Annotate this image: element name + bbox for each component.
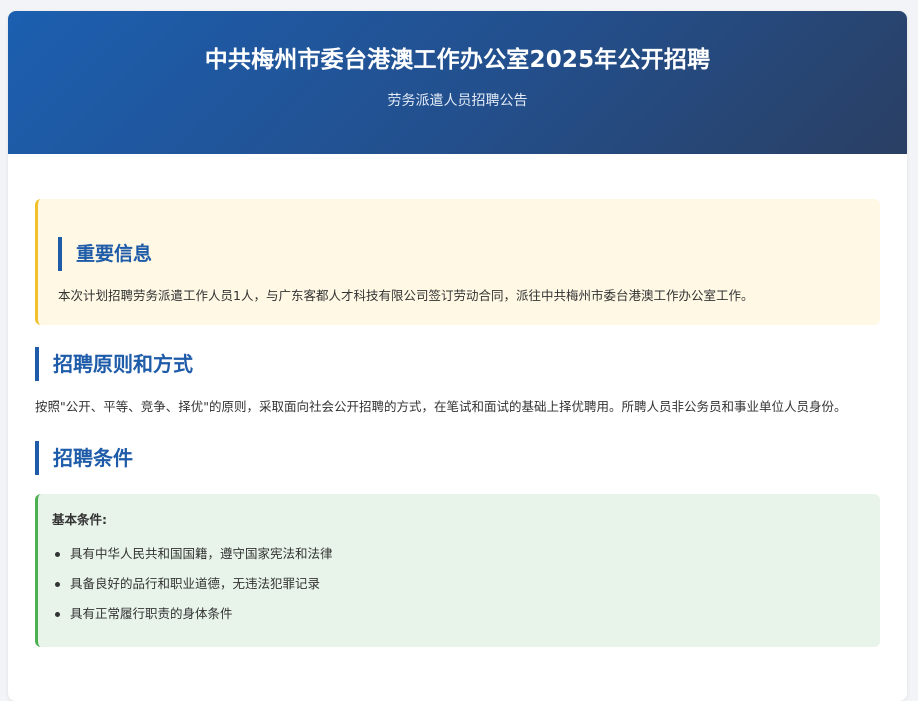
list-item: 具有中华人民共和国国籍，遵守国家宪法和法律 xyxy=(52,539,860,569)
list-item: 具备良好的品行和职业道德，无违法犯罪记录 xyxy=(52,569,860,599)
bullet-icon xyxy=(55,552,60,557)
list-item-text: 具有正常履行职责的身体条件 xyxy=(70,606,233,621)
principles-title: 招聘原则和方式 xyxy=(35,347,880,381)
announcement-page: 中共梅州市委台港澳工作办公室2025年公开招聘 劳务派遣人员招聘公告 重要信息 … xyxy=(8,11,907,701)
list-item-text: 具备良好的品行和职业道德，无违法犯罪记录 xyxy=(70,576,321,591)
conditions-title: 招聘条件 xyxy=(35,441,880,475)
important-info-text: 本次计划招聘劳务派遣工作人员1人，与广东客都人才科技有限公司签订劳动合同，派往中… xyxy=(58,288,754,303)
bullet-icon xyxy=(55,582,60,587)
basic-conditions-box: 基本条件: 具有中华人民共和国国籍，遵守国家宪法和法律 具备良好的品行和职业道德… xyxy=(35,494,880,647)
bullet-icon xyxy=(55,612,60,617)
header-banner: 中共梅州市委台港澳工作办公室2025年公开招聘 劳务派遣人员招聘公告 xyxy=(8,11,907,154)
main-content: 重要信息 本次计划招聘劳务派遣工作人员1人，与广东客都人才科技有限公司签订劳动合… xyxy=(8,154,907,647)
principles-text: 按照"公开、平等、竞争、择优"的原则，采取面向社会公开招聘的方式，在笔试和面试的… xyxy=(35,399,847,414)
list-item: 具有正常履行职责的身体条件 xyxy=(52,599,860,629)
important-info-title: 重要信息 xyxy=(58,237,858,271)
page-title: 中共梅州市委台港澳工作办公室2025年公开招聘 xyxy=(204,47,711,73)
principles-section: 招聘原则和方式 按照"公开、平等、竞争、择优"的原则，采取面向社会公开招聘的方式… xyxy=(35,347,880,419)
important-info-box: 重要信息 本次计划招聘劳务派遣工作人员1人，与广东客都人才科技有限公司签订劳动合… xyxy=(35,199,880,325)
conditions-list: 具有中华人民共和国国籍，遵守国家宪法和法律 具备良好的品行和职业道德，无违法犯罪… xyxy=(52,539,860,629)
basic-conditions-heading: 基本条件: xyxy=(52,512,107,527)
page-subtitle: 劳务派遣人员招聘公告 xyxy=(387,93,528,109)
conditions-section: 招聘条件 基本条件: 具有中华人民共和国国籍，遵守国家宪法和法律 具备良好的品行… xyxy=(35,441,880,647)
list-item-text: 具有中华人民共和国国籍，遵守国家宪法和法律 xyxy=(70,546,333,561)
